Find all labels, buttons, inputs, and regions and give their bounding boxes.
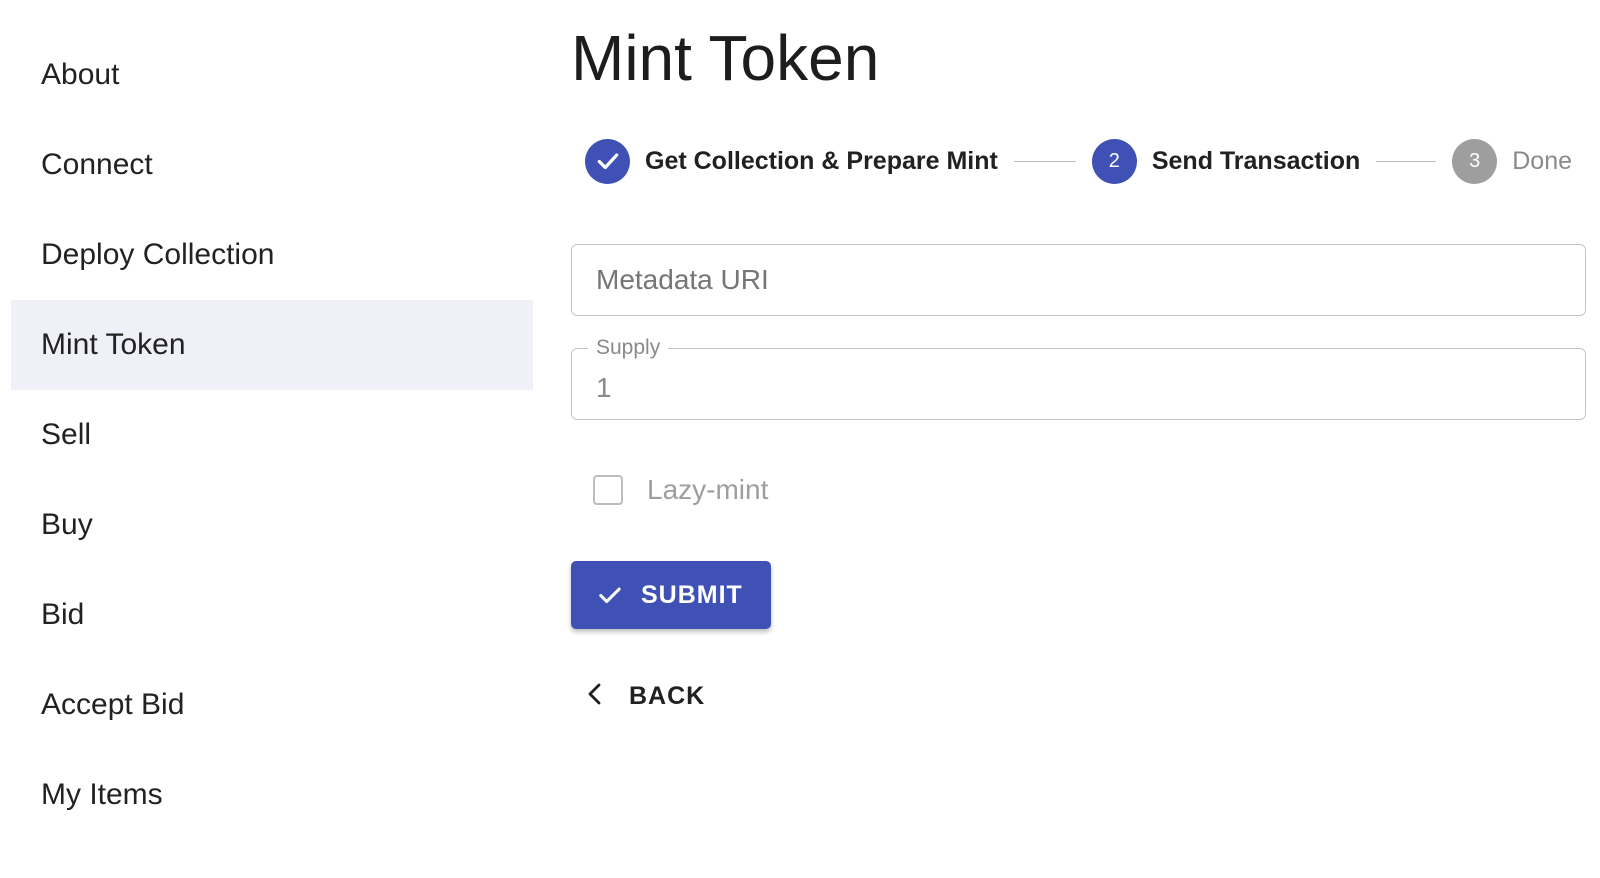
step-connector [1013, 160, 1076, 162]
sidebar-item-bid[interactable]: Bid [11, 570, 533, 660]
sidebar-item-label: My Items [41, 778, 163, 811]
page-title: Mint Token [571, 22, 880, 94]
sidebar-item-connect[interactable]: Connect [11, 120, 533, 210]
supply-input[interactable] [596, 353, 1556, 423]
app-root: About Connect Deploy Collection Mint Tok… [0, 0, 1600, 878]
sidebar-item-about[interactable]: About [11, 30, 533, 120]
sidebar-item-label: Buy [41, 508, 93, 541]
sidebar-item-label: Connect [41, 148, 153, 181]
sidebar-item-mint-token[interactable]: Mint Token [11, 300, 533, 390]
stepper: Get Collection & Prepare Mint 2 Send Tra… [585, 138, 1585, 184]
main-content: Mint Token Get Collection & Prepare Mint… [571, 0, 1591, 878]
lazy-mint-checkbox-row[interactable]: Lazy-mint [593, 474, 768, 506]
step-connector [1376, 160, 1437, 162]
check-icon [597, 582, 623, 608]
step-get-collection: Get Collection & Prepare Mint [585, 138, 998, 184]
step-send-transaction: 2 Send Transaction [1091, 138, 1361, 184]
back-label: BACK [629, 681, 706, 710]
supply-field: Supply [571, 335, 1586, 423]
sidebar-item-label: About [41, 58, 120, 91]
step-label: Send Transaction [1151, 146, 1361, 175]
sidebar-item-label: Deploy Collection [41, 238, 275, 271]
submit-label: SUBMIT [641, 580, 743, 609]
sidebar-item-sell[interactable]: Sell [11, 390, 533, 480]
step-done: 3 Done [1452, 138, 1572, 184]
sidebar-item-label: Accept Bid [41, 688, 185, 721]
sidebar-item-accept-bid[interactable]: Accept Bid [11, 660, 533, 750]
lazy-mint-label: Lazy-mint [647, 474, 769, 505]
sidebar-item-label: Sell [41, 418, 92, 451]
sidebar-item-deploy-collection[interactable]: Deploy Collection [11, 210, 533, 300]
lazy-mint-checkbox[interactable] [593, 475, 623, 505]
chevron-left-icon [585, 682, 605, 711]
sidebar-item-buy[interactable]: Buy [11, 480, 533, 570]
step-completed-check-icon [585, 138, 630, 184]
sidebar-item-label: Mint Token [41, 328, 186, 361]
submit-button[interactable]: SUBMIT [571, 561, 771, 629]
check-icon [597, 153, 618, 170]
sidebar-item-my-items[interactable]: My Items [11, 750, 533, 840]
sidebar-nav: About Connect Deploy Collection Mint Tok… [11, 30, 533, 840]
step-number-badge: 3 [1452, 138, 1498, 184]
sidebar-item-label: Bid [41, 598, 85, 631]
back-button[interactable]: BACK [585, 676, 705, 716]
metadata-uri-input[interactable] [596, 245, 1556, 315]
step-label: Get Collection & Prepare Mint [645, 146, 998, 175]
metadata-uri-field [571, 244, 1586, 316]
step-label: Done [1512, 146, 1572, 175]
step-number-badge: 2 [1091, 138, 1137, 184]
